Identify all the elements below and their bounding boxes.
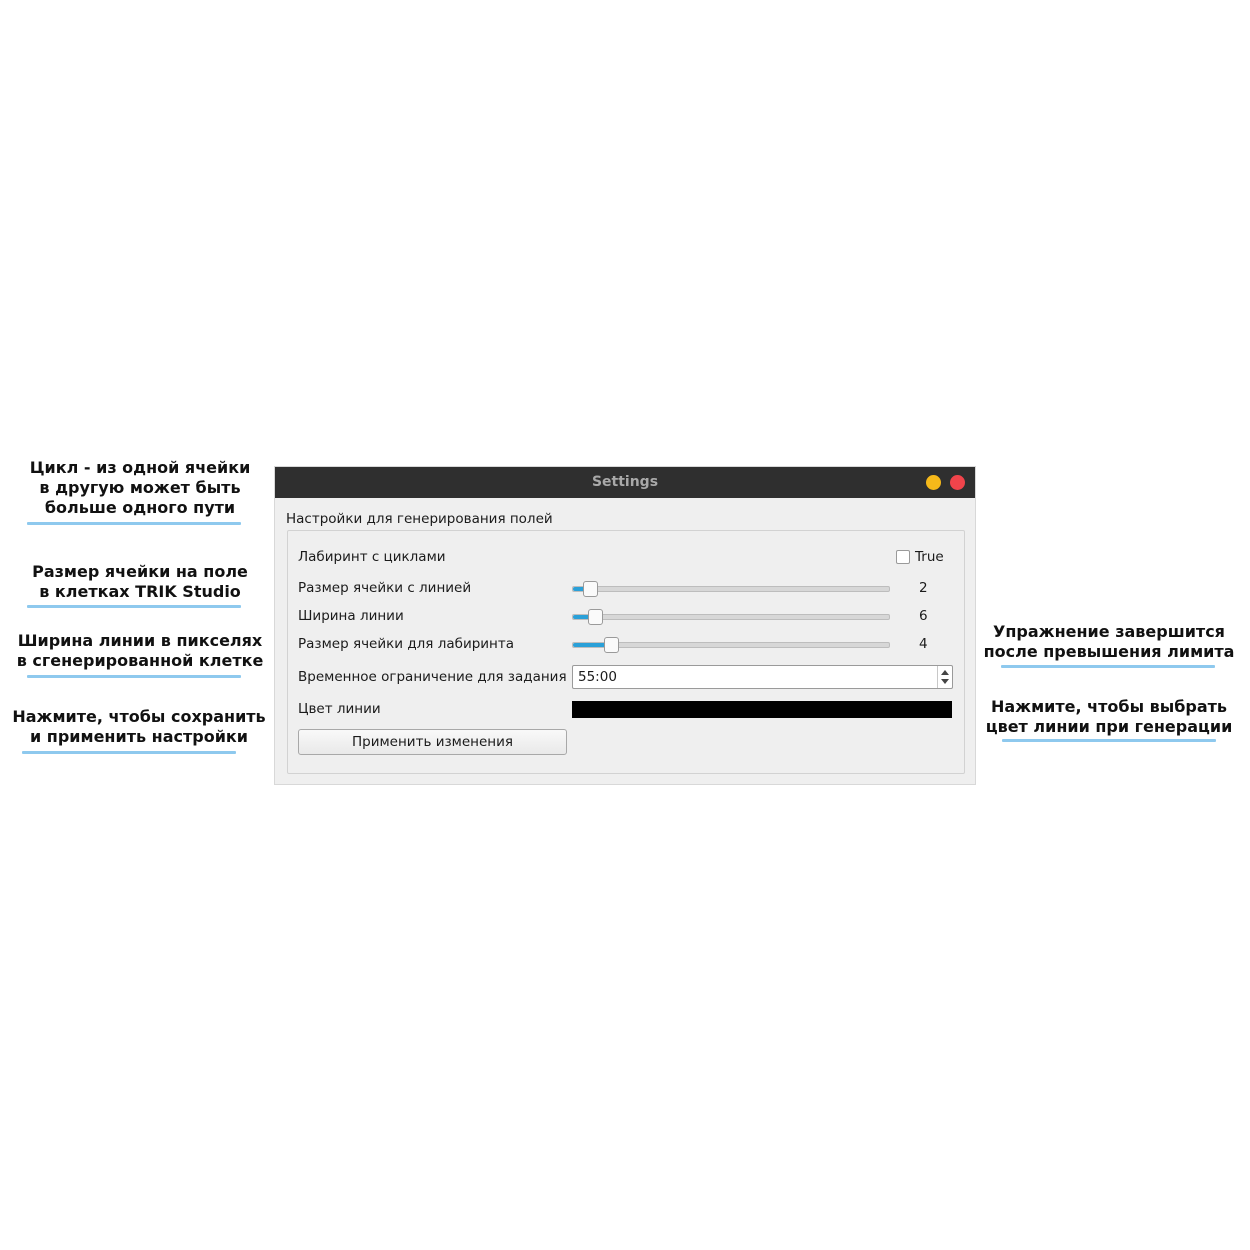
time-limit-spinbox[interactable]: 55:00 [572,665,953,689]
annotation-line: в сгенерированной клетке [16,651,264,670]
title-bar[interactable]: Settings [275,467,975,498]
annotation-underline [27,522,241,525]
group-title: Настройки для генерирования полей [286,511,553,527]
annotation-loops: Цикл - из одной ячейки в другую может бы… [20,458,260,525]
loops-checkbox[interactable] [896,550,910,564]
annotation-underline [1001,665,1215,668]
annotation-line: в клетках TRIK Studio [39,582,241,601]
settings-window: Settings Настройки для генерирования пол… [275,467,975,784]
maze-cell-slider[interactable] [572,637,890,653]
apply-button[interactable]: Применить изменения [298,729,567,755]
maze-cell-value: 4 [919,636,928,652]
annotation-line: после превышения лимита [983,642,1235,661]
loops-checkbox-label[interactable]: True [915,549,944,565]
spin-down-icon[interactable] [941,679,949,684]
annotation-underline [27,675,241,678]
maze-cell-label: Размер ячейки для лабиринта [298,636,515,652]
slider-handle[interactable] [604,637,619,653]
annotation-underline [22,751,236,754]
line-width-slider[interactable] [572,609,890,625]
annotation-underline [27,605,241,608]
annotation-line: Размер ячейки на поле [32,562,248,581]
close-button[interactable] [950,475,965,490]
annotation-line: и применить настройки [30,727,248,746]
slider-fill [573,643,606,647]
annotation-time-limit: Упражнение завершится после превышения л… [978,622,1240,668]
annotation-line: в другую может быть [39,478,241,497]
annotation-cell-size: Размер ячейки на поле в клетках TRIK Stu… [20,562,260,608]
annotation-apply: Нажмите, чтобы сохранить и применить нас… [4,707,274,754]
spin-arrows[interactable] [937,666,952,688]
time-limit-label: Временное ограничение для задания [298,669,567,685]
loops-label: Лабиринт с циклами [298,549,446,565]
annotation-line: Упражнение завершится [993,622,1225,641]
annotation-line: Нажмите, чтобы выбрать [990,697,1228,716]
annotation-line-width: Ширина линии в пикселях в сгенерированно… [12,631,268,678]
annotation-line: Ширина линии в пикселях [17,631,263,650]
annotation-line: Нажмите, чтобы сохранить [12,707,266,726]
annotation-line-color: Нажмите, чтобы выбрать цвет линии при ге… [978,697,1240,742]
cell-size-label: Размер ячейки с линией [298,580,472,596]
line-width-value: 6 [919,608,928,624]
time-limit-value[interactable]: 55:00 [578,669,617,685]
cell-size-value: 2 [919,580,928,596]
annotation-line: Цикл - из одной ячейки [29,458,251,477]
window-title: Settings [591,474,659,490]
line-width-label: Ширина линии [298,608,404,624]
annotation-underline [1002,739,1216,742]
minimize-button[interactable] [926,475,941,490]
cell-size-slider[interactable] [572,581,890,597]
slider-handle[interactable] [588,609,603,625]
slider-handle[interactable] [583,581,598,597]
line-color-label: Цвет линии [298,701,381,717]
annotation-line: цвет линии при генерации [985,717,1233,736]
spin-up-icon[interactable] [941,670,949,675]
line-color-picker[interactable] [572,701,952,718]
annotation-line: больше одного пути [44,498,236,517]
